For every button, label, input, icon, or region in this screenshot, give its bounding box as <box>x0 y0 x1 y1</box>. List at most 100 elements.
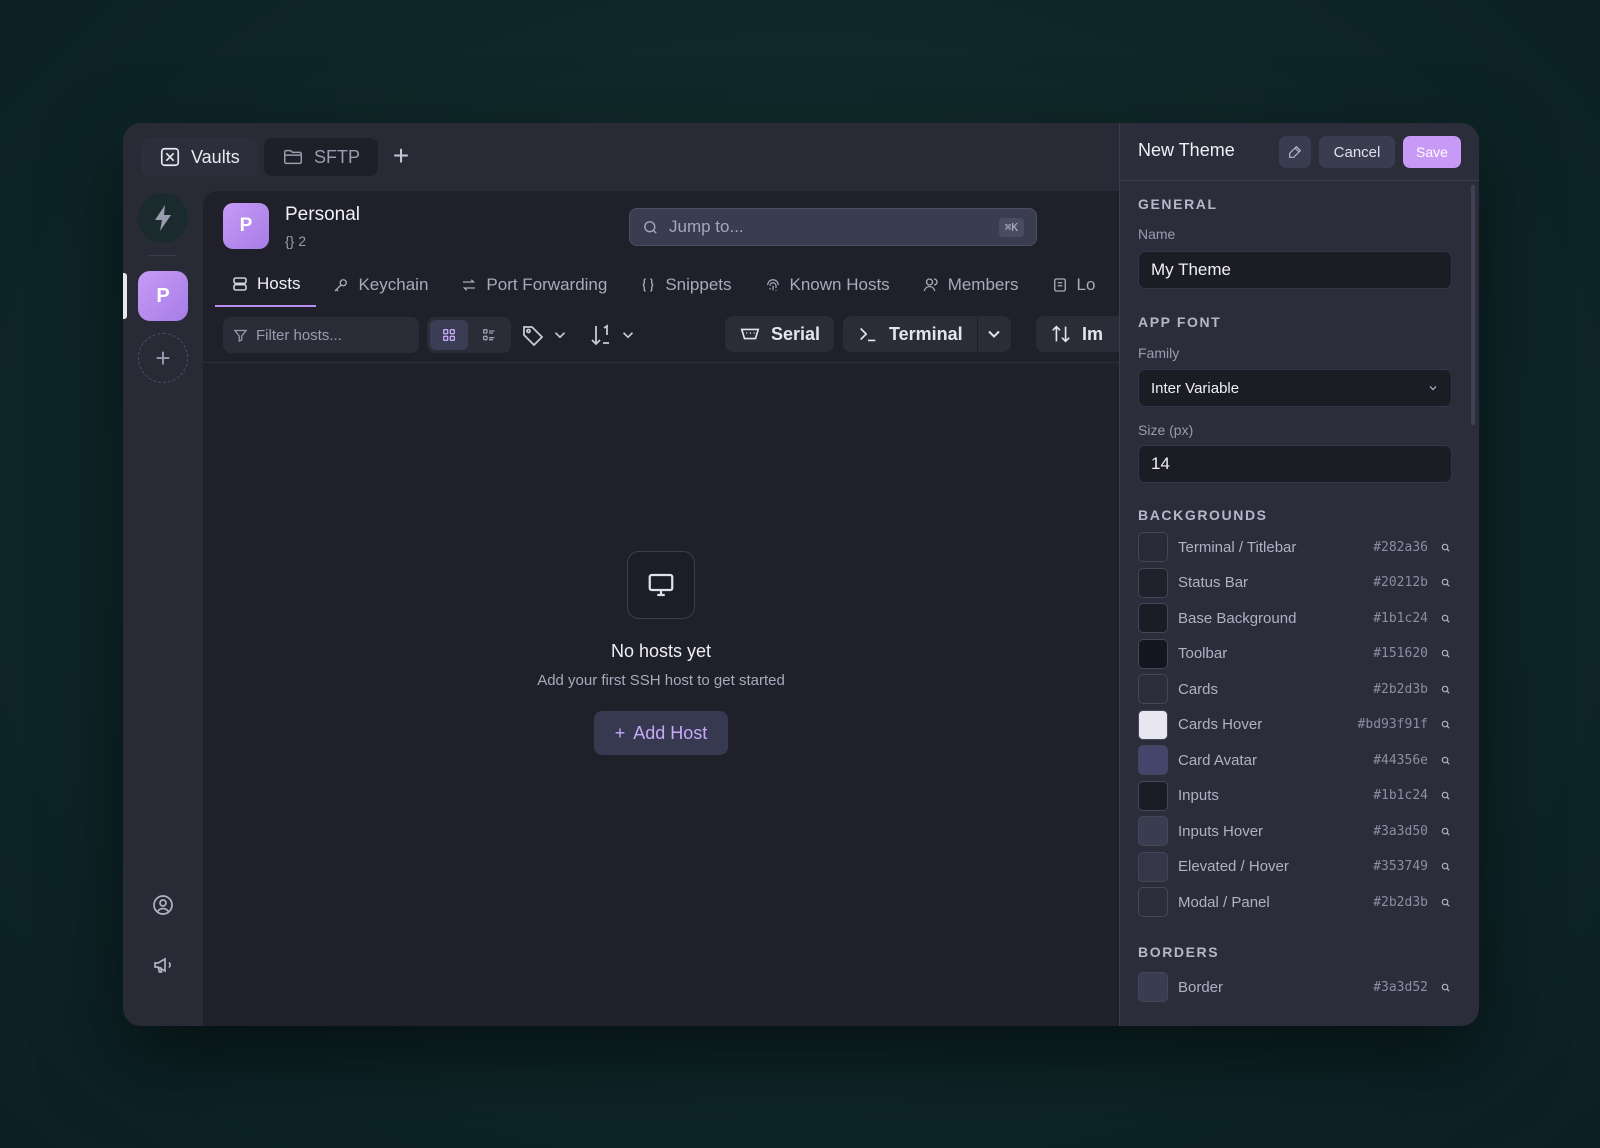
tab-port-forwarding[interactable]: Port Forwarding <box>444 263 623 307</box>
add-vault-button[interactable]: + <box>138 333 188 383</box>
name-label: Name <box>1138 226 1176 242</box>
serial-button[interactable]: Serial <box>725 316 835 352</box>
filter-icon <box>233 329 248 342</box>
search-icon[interactable] <box>1438 647 1452 661</box>
new-tab-button[interactable]: + <box>385 141 417 173</box>
settings-gear-icon[interactable] <box>151 1025 175 1026</box>
color-swatch[interactable] <box>1138 638 1168 669</box>
color-name: Terminal / Titlebar <box>1178 538 1297 556</box>
search-icon[interactable] <box>1438 753 1452 767</box>
chevron-down-icon <box>554 332 566 339</box>
tab-label: Snippets <box>665 275 732 294</box>
color-row: Cards Hover #bd93f91f <box>1138 709 1452 740</box>
panel-body: GENERAL Name My Theme APP FONT Family In… <box>1120 182 1479 1026</box>
color-row: Card Avatar #44356e <box>1138 745 1452 775</box>
list-view-button[interactable] <box>470 320 508 350</box>
search-icon[interactable] <box>1438 540 1452 554</box>
add-host-button[interactable]: + Add Host <box>594 711 728 755</box>
serial-label: Serial <box>771 323 821 344</box>
account-icon[interactable] <box>151 893 175 917</box>
color-hex-value[interactable]: #44356e <box>1373 753 1428 768</box>
color-hex-value[interactable]: #353749 <box>1373 859 1428 874</box>
color-swatch[interactable] <box>1138 816 1168 846</box>
panel-scrollbar[interactable] <box>1471 185 1475 425</box>
import-label: Im <box>1082 323 1104 344</box>
color-hex-value[interactable]: #2b2d3b <box>1373 682 1428 697</box>
color-swatch[interactable] <box>1138 603 1168 633</box>
rail-divider <box>149 255 177 256</box>
color-row: Terminal / Titlebar #282a36 <box>1138 532 1452 562</box>
tab-vaults[interactable]: Vaults <box>141 138 258 176</box>
color-hex-value[interactable]: #1b1c24 <box>1373 611 1428 626</box>
color-name: Base Background <box>1178 609 1297 627</box>
font-family-select[interactable]: Inter Variable <box>1138 369 1452 407</box>
color-hex-value[interactable]: #2b2d3b <box>1373 895 1428 910</box>
color-swatch[interactable] <box>1138 532 1168 562</box>
app-logo[interactable] <box>138 193 188 243</box>
terminal-options-dropdown[interactable] <box>977 316 1011 352</box>
color-swatch[interactable] <box>1138 567 1168 598</box>
tab-logs[interactable]: Lo <box>1035 263 1112 307</box>
terminal-button[interactable]: Terminal <box>843 316 977 352</box>
tab-label: Hosts <box>257 274 301 293</box>
chevron-down-icon <box>988 330 1000 338</box>
search-icon[interactable] <box>1438 860 1452 874</box>
search-icon[interactable] <box>1438 576 1452 590</box>
tab-keychain[interactable]: Keychain <box>316 263 444 307</box>
color-hex-value[interactable]: #20212b <box>1373 575 1428 590</box>
tab-hosts[interactable]: Hosts <box>215 263 317 307</box>
tab-sftp[interactable]: SFTP <box>264 138 379 176</box>
vault-avatar: P <box>223 203 269 249</box>
search-icon[interactable] <box>1438 824 1452 838</box>
color-swatch[interactable] <box>1138 972 1168 1002</box>
search-icon[interactable] <box>1438 718 1452 732</box>
color-hex-value[interactable]: #1b1c24 <box>1373 788 1428 803</box>
font-size-input[interactable]: 14 <box>1138 445 1452 483</box>
cancel-button[interactable]: Cancel <box>1319 136 1395 168</box>
tab-known-hosts[interactable]: Known Hosts <box>748 263 906 307</box>
tab-members[interactable]: Members <box>906 263 1035 307</box>
color-swatch[interactable] <box>1138 851 1168 882</box>
color-row: Cards #2b2d3b <box>1138 674 1452 704</box>
tab-snippets[interactable]: Snippets <box>623 263 747 307</box>
tag-filter-dropdown[interactable] <box>521 323 569 347</box>
search-icon[interactable] <box>1438 895 1452 909</box>
color-swatch[interactable] <box>1138 745 1168 775</box>
filter-hosts-input[interactable]: Filter hosts... <box>223 317 419 353</box>
search-icon[interactable] <box>1438 682 1452 696</box>
empty-title: No hosts yet <box>610 641 712 661</box>
tab-label: Lo <box>1076 275 1096 294</box>
color-swatch[interactable] <box>1138 674 1168 704</box>
search-icon[interactable] <box>1438 789 1452 803</box>
sort-dropdown[interactable] <box>589 323 637 347</box>
vault-avatar-personal[interactable]: P <box>138 271 188 321</box>
color-hex-value[interactable]: #3a3d52 <box>1373 980 1428 995</box>
grid-icon <box>443 329 455 341</box>
color-hex-value[interactable]: #3a3d50 <box>1373 824 1428 839</box>
color-swatch[interactable] <box>1138 709 1168 740</box>
braces-icon <box>642 278 654 292</box>
grid-view-button[interactable] <box>430 320 468 350</box>
view-toggle <box>427 317 511 353</box>
save-button[interactable]: Save <box>1403 136 1461 168</box>
color-row: Inputs #1b1c24 <box>1138 780 1452 811</box>
search-icon[interactable] <box>1438 980 1452 994</box>
add-host-label: Add Host <box>633 722 708 743</box>
color-swatch[interactable] <box>1138 887 1168 917</box>
active-vault-indicator <box>123 273 127 319</box>
import-button[interactable]: Im <box>1036 316 1126 352</box>
tab-label: Members <box>947 275 1019 294</box>
color-name: Cards Hover <box>1178 716 1263 733</box>
tab-label: Port Forwarding <box>486 275 608 294</box>
search-icon[interactable] <box>1438 611 1452 625</box>
theme-name-input[interactable]: My Theme <box>1138 251 1452 289</box>
jump-to-search[interactable]: Jump to... ⌘K <box>629 208 1037 246</box>
color-swatch[interactable] <box>1138 780 1168 811</box>
color-hex-value[interactable]: #bd93f91f <box>1358 717 1428 732</box>
panel-title: New Theme <box>1138 140 1235 160</box>
megaphone-icon[interactable] <box>151 953 175 977</box>
eyedropper-button[interactable] <box>1279 136 1311 168</box>
color-hex-value[interactable]: #282a36 <box>1373 540 1428 555</box>
color-hex-value[interactable]: #151620 <box>1373 646 1428 661</box>
folder-icon <box>284 149 302 165</box>
